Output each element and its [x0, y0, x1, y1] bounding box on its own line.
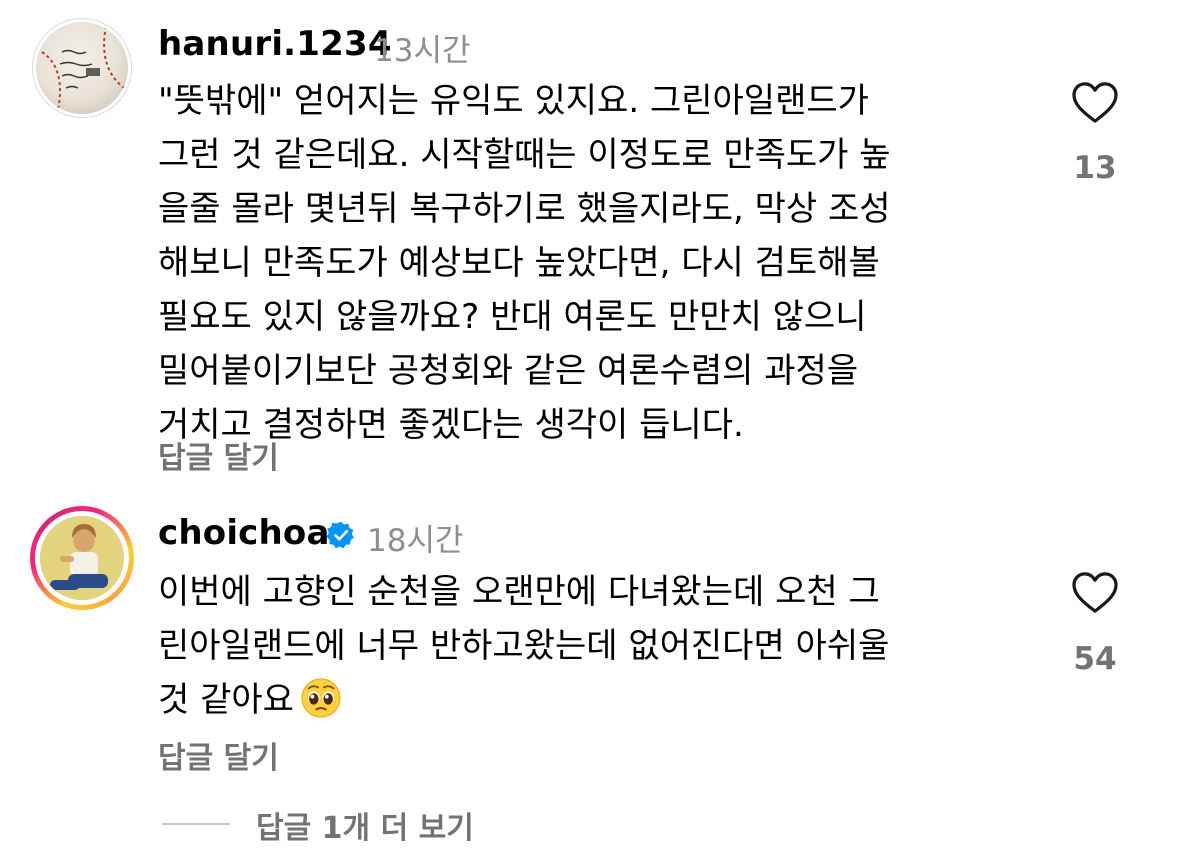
comment-username[interactable]: choichoa [158, 513, 330, 553]
like-count: 13 [1073, 150, 1117, 186]
person-avatar-image [40, 516, 124, 600]
comment-text-line: 해보니 만족도가 예상보다 높았다면, 다시 검토해볼 [158, 243, 880, 283]
view-replies-divider [162, 823, 230, 825]
comment-timestamp: 13시간 [374, 33, 471, 69]
reply-button[interactable]: 답글 달기 [158, 433, 279, 477]
comment-text-line: 을줄 몰라 몇년뒤 복구하기로 했을지라도, 막상 조성 [158, 189, 891, 229]
baseball-avatar-image [36, 22, 128, 114]
reply-button[interactable]: 답글 달기 [158, 733, 279, 777]
comment-text-line: 린아일랜드에 너무 반하고왔는데 없어진다면 아쉬울 [158, 626, 890, 666]
heart-outline-icon[interactable] [1072, 572, 1118, 614]
comment-text: "뜻밖에" 얻어지는 유익도 있지요. 그린아일랜드가그런 것 같은데요. 시작… [158, 74, 891, 452]
comment-text-line: "뜻밖에" 얻어지는 유익도 있지요. 그린아일랜드가 [158, 81, 869, 121]
verified-badge-icon [327, 521, 354, 549]
comment-text-line: 그런 것 같은데요. 시작할때는 이정도로 만족도가 높 [158, 135, 891, 175]
avatar[interactable] [32, 18, 132, 118]
comment-text-line: 필요도 있지 않을까요? 반대 여론도 만만치 않으니 [158, 297, 867, 337]
comment-username[interactable]: hanuri.1234 [158, 24, 392, 64]
comment-text-line: 것 같아요 [158, 673, 889, 727]
heart-outline-icon[interactable] [1072, 82, 1118, 124]
avatar-story-ring[interactable] [30, 506, 134, 610]
comment-timestamp: 18시간 [367, 523, 464, 559]
comment-text-line: 밀어붙이기보단 공청회와 같은 여론수렴의 과정을 [158, 351, 859, 391]
like-count: 54 [1073, 641, 1117, 677]
comment-text: 이번에 고향인 순천을 오랜만에 다녀왔는데 오천 그린아일랜드에 너무 반하고… [158, 565, 889, 727]
comment-text-line: 이번에 고향인 순천을 오랜만에 다녀왔는데 오천 그 [158, 572, 880, 612]
pleading-face-emoji-icon [301, 678, 341, 718]
view-more-replies-button[interactable]: 답글 1개 더 보기 [256, 803, 474, 847]
